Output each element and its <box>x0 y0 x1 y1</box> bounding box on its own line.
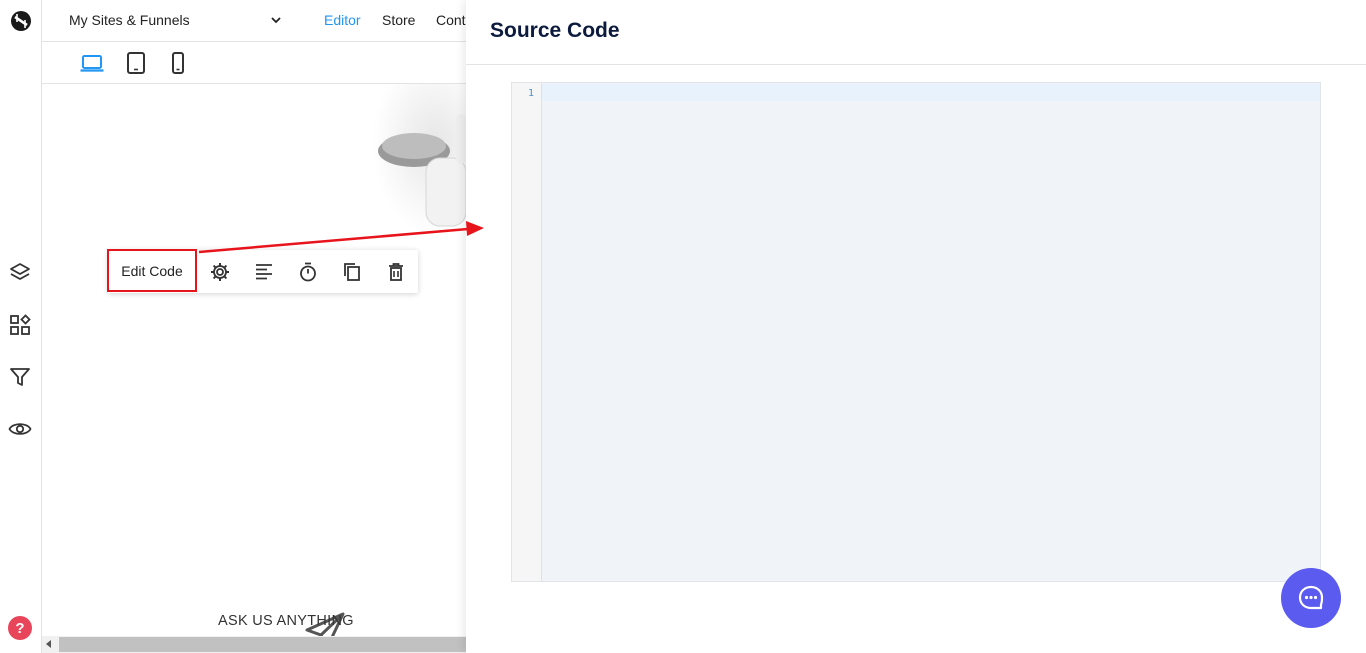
gear-icon[interactable] <box>209 261 231 283</box>
panel-divider <box>466 64 1366 65</box>
source-code-panel: Source Code 1 <box>466 0 1366 653</box>
tablet-icon[interactable] <box>123 50 149 76</box>
ask-us-anything-text: ASK US ANYTHING <box>218 613 354 629</box>
panel-title: Source Code <box>490 19 620 42</box>
brand-logo-icon[interactable] <box>9 9 33 33</box>
scroll-left-icon[interactable] <box>46 640 51 648</box>
mobile-icon[interactable] <box>165 50 191 76</box>
duplicate-icon[interactable] <box>341 261 363 283</box>
widgets-icon[interactable] <box>8 313 32 337</box>
horizontal-scrollbar[interactable] <box>42 636 466 653</box>
site-select[interactable]: My Sites & Funnels <box>69 12 190 28</box>
nav-editor[interactable]: Editor <box>324 12 361 28</box>
chat-button[interactable] <box>1281 568 1341 628</box>
top-bar: My Sites & Funnels Editor Store Cont <box>42 0 466 42</box>
desktop-icon[interactable] <box>79 50 105 76</box>
timer-icon[interactable] <box>297 261 319 283</box>
trash-icon[interactable] <box>385 261 407 283</box>
active-line <box>542 84 1320 101</box>
left-rail: ? <box>0 0 42 653</box>
page-canvas: ASK US ANYTHING <box>42 84 466 636</box>
layers-icon[interactable] <box>8 261 32 285</box>
line-number: 1 <box>527 88 534 99</box>
device-bar <box>42 42 466 84</box>
eye-icon[interactable] <box>8 417 32 441</box>
scrollbar-thumb[interactable] <box>59 637 466 652</box>
product-image <box>362 84 466 234</box>
chevron-down-icon[interactable] <box>270 14 282 26</box>
chat-bubble-icon <box>1298 585 1324 610</box>
help-icon[interactable]: ? <box>8 616 32 640</box>
line-gutter: 1 <box>512 83 542 581</box>
nav-contacts[interactable]: Cont <box>436 12 466 28</box>
align-left-icon[interactable] <box>253 261 275 283</box>
filter-icon[interactable] <box>8 365 32 389</box>
code-editor[interactable]: 1 <box>511 82 1321 582</box>
nav-store[interactable]: Store <box>382 12 415 28</box>
edit-code-button[interactable]: Edit Code <box>107 249 197 292</box>
